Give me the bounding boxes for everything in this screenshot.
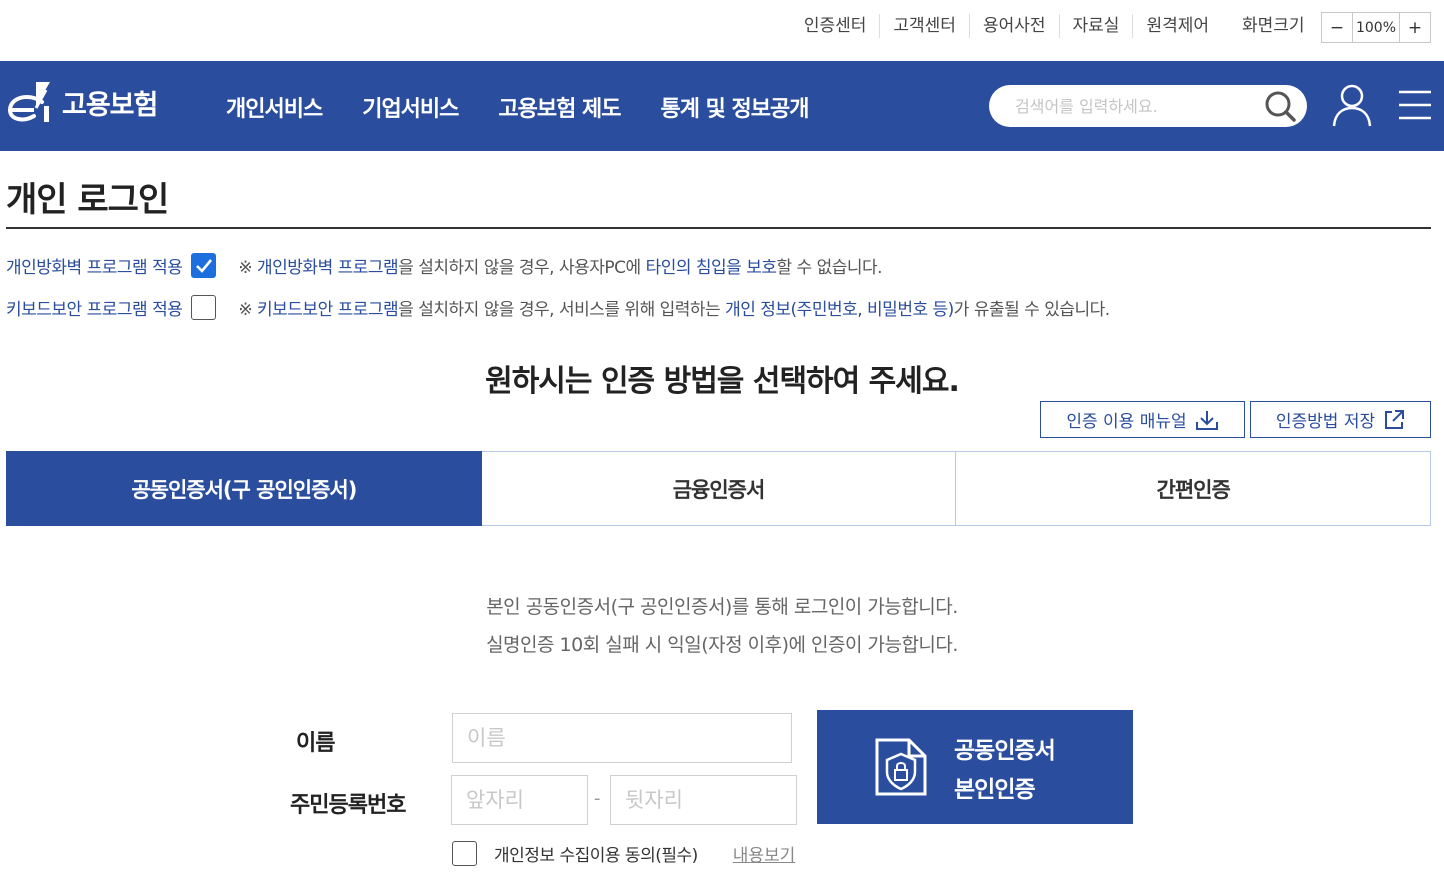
note-text: 을 설치하지 않을 경우, 사용자PC에	[398, 258, 646, 278]
save-auth-method-button[interactable]: 인증방법 저장	[1250, 401, 1431, 438]
user-icon[interactable]	[1331, 83, 1373, 127]
name-input[interactable]	[452, 713, 792, 763]
util-link-cert-center[interactable]: 인증센터	[791, 14, 880, 38]
privacy-consent-checkbox[interactable]	[452, 841, 477, 866]
site-logo[interactable]: 고용보험	[6, 76, 158, 128]
certificate-lock-icon	[875, 738, 927, 796]
rrn-separator: -	[594, 788, 601, 809]
utility-bar: 인증센터 고객센터 용어사전 자료실 원격제어 화면크기 − 100% +	[0, 0, 1444, 60]
zoom-value: 100%	[1352, 13, 1400, 42]
cert-button-text: 공동인증서 본인인증	[954, 732, 1056, 810]
keyboard-security-note: ※ 키보드보안 프로그램을 설치하지 않을 경우, 서비스를 위해 입력하는 개…	[238, 295, 1110, 320]
note-highlight: 키보드보안 프로그램	[257, 300, 399, 320]
keyboard-security-checkbox[interactable]	[191, 295, 217, 320]
keyboard-security-option: 키보드보안 프로그램 적용 ※ 키보드보안 프로그램을 설치하지 않을 경우, …	[6, 295, 1110, 320]
auth-info-line-2: 실명인증 10회 실패 시 익일(자정 이후)에 인증이 가능합니다.	[486, 634, 958, 656]
utility-links: 인증센터 고객센터 용어사전 자료실 원격제어	[791, 14, 1222, 38]
cert-button-line-1: 공동인증서	[954, 738, 1056, 764]
note-text: 을 설치하지 않을 경우, 서비스를 위해 입력하는	[398, 300, 726, 320]
nav-statistics[interactable]: 통계 및 정보공개	[661, 91, 810, 123]
nav-corporate-service[interactable]: 기업서비스	[362, 91, 459, 123]
rrn-front-input[interactable]	[451, 775, 588, 825]
download-icon	[1195, 410, 1218, 430]
view-details-link[interactable]: 내용보기	[733, 841, 796, 866]
rrn-label: 주민등록번호	[290, 793, 406, 818]
zoom-control: − 100% +	[1321, 12, 1431, 43]
util-link-glossary[interactable]: 용어사전	[968, 14, 1059, 38]
nav-insurance-system[interactable]: 고용보험 제도	[498, 91, 621, 123]
rrn-back-input[interactable]	[610, 775, 797, 825]
name-label: 이름	[296, 731, 335, 756]
note-prefix: ※	[238, 300, 258, 320]
tab-joint-certificate[interactable]: 공동인증서(구 공인인증서)	[6, 451, 482, 526]
firewall-checkbox[interactable]	[191, 253, 217, 278]
note-text: 할 수 없습니다.	[776, 258, 883, 278]
util-link-customer-center[interactable]: 고객센터	[879, 14, 969, 38]
hamburger-menu-icon[interactable]	[1398, 89, 1432, 121]
save-auth-method-label: 인증방법 저장	[1275, 412, 1376, 432]
joint-certificate-auth-button[interactable]: 공동인증서 본인인증	[817, 710, 1133, 824]
auth-manual-button[interactable]: 인증 이용 매뉴얼	[1040, 401, 1245, 438]
auth-method-heading: 원하시는 인증 방법을 선택하여 주세요.	[485, 364, 960, 399]
nav-personal-service[interactable]: 개인서비스	[226, 91, 323, 123]
zoom-in-button[interactable]: +	[1400, 13, 1430, 42]
zoom-out-button[interactable]: −	[1322, 13, 1352, 42]
util-link-remote-control[interactable]: 원격제어	[1132, 14, 1222, 38]
privacy-consent: 개인정보 수집이용 동의(필수) 내용보기	[452, 841, 795, 866]
main-nav: 개인서비스 기업서비스 고용보험 제도 통계 및 정보공개	[226, 91, 849, 123]
firewall-note: ※ 개인방화벽 프로그램을 설치하지 않을 경우, 사용자PC에 타인의 침입을…	[238, 253, 882, 278]
keyboard-security-option-label[interactable]: 키보드보안 프로그램 적용	[6, 295, 183, 320]
search-input[interactable]	[1015, 96, 1245, 116]
cert-button-line-2: 본인인증	[954, 777, 1036, 803]
tab-simple-auth[interactable]: 간편인증	[956, 451, 1432, 526]
checkmark-icon	[195, 258, 212, 273]
note-highlight: 타인의 침입을 보호	[645, 258, 777, 278]
firewall-option: 개인방화벽 프로그램 적용 ※ 개인방화벽 프로그램을 설치하지 않을 경우, …	[6, 253, 883, 278]
tab-financial-certificate[interactable]: 금융인증서	[481, 451, 957, 526]
privacy-consent-label[interactable]: 개인정보 수집이용 동의(필수)	[494, 841, 698, 866]
page-title: 개인 로그인	[6, 180, 169, 220]
firewall-option-label[interactable]: 개인방화벽 프로그램 적용	[6, 253, 183, 278]
util-link-archive[interactable]: 자료실	[1058, 14, 1133, 38]
auth-tabs: 공동인증서(구 공인인증서) 금융인증서 간편인증	[6, 451, 1432, 526]
note-prefix: ※	[238, 258, 258, 278]
auth-manual-label: 인증 이용 매뉴얼	[1066, 412, 1187, 432]
main-header: 고용보험 개인서비스 기업서비스 고용보험 제도 통계 및 정보공개	[0, 61, 1444, 151]
external-link-icon	[1385, 409, 1405, 429]
note-highlight: 개인 정보(주민번호, 비밀번호 등)	[725, 300, 954, 320]
search-icon[interactable]	[1263, 89, 1297, 123]
search-box	[989, 85, 1307, 127]
ei-logo-icon	[7, 82, 50, 122]
logo-text: 고용보험	[62, 89, 158, 121]
auth-info-line-1: 본인 공동인증서(구 공인인증서)를 통해 로그인이 가능합니다.	[486, 596, 958, 618]
title-divider	[6, 227, 1431, 229]
note-text: 가 유출될 수 있습니다.	[953, 300, 1110, 320]
note-highlight: 개인방화벽 프로그램	[257, 258, 399, 278]
zoom-label: 화면크기	[1242, 16, 1305, 36]
